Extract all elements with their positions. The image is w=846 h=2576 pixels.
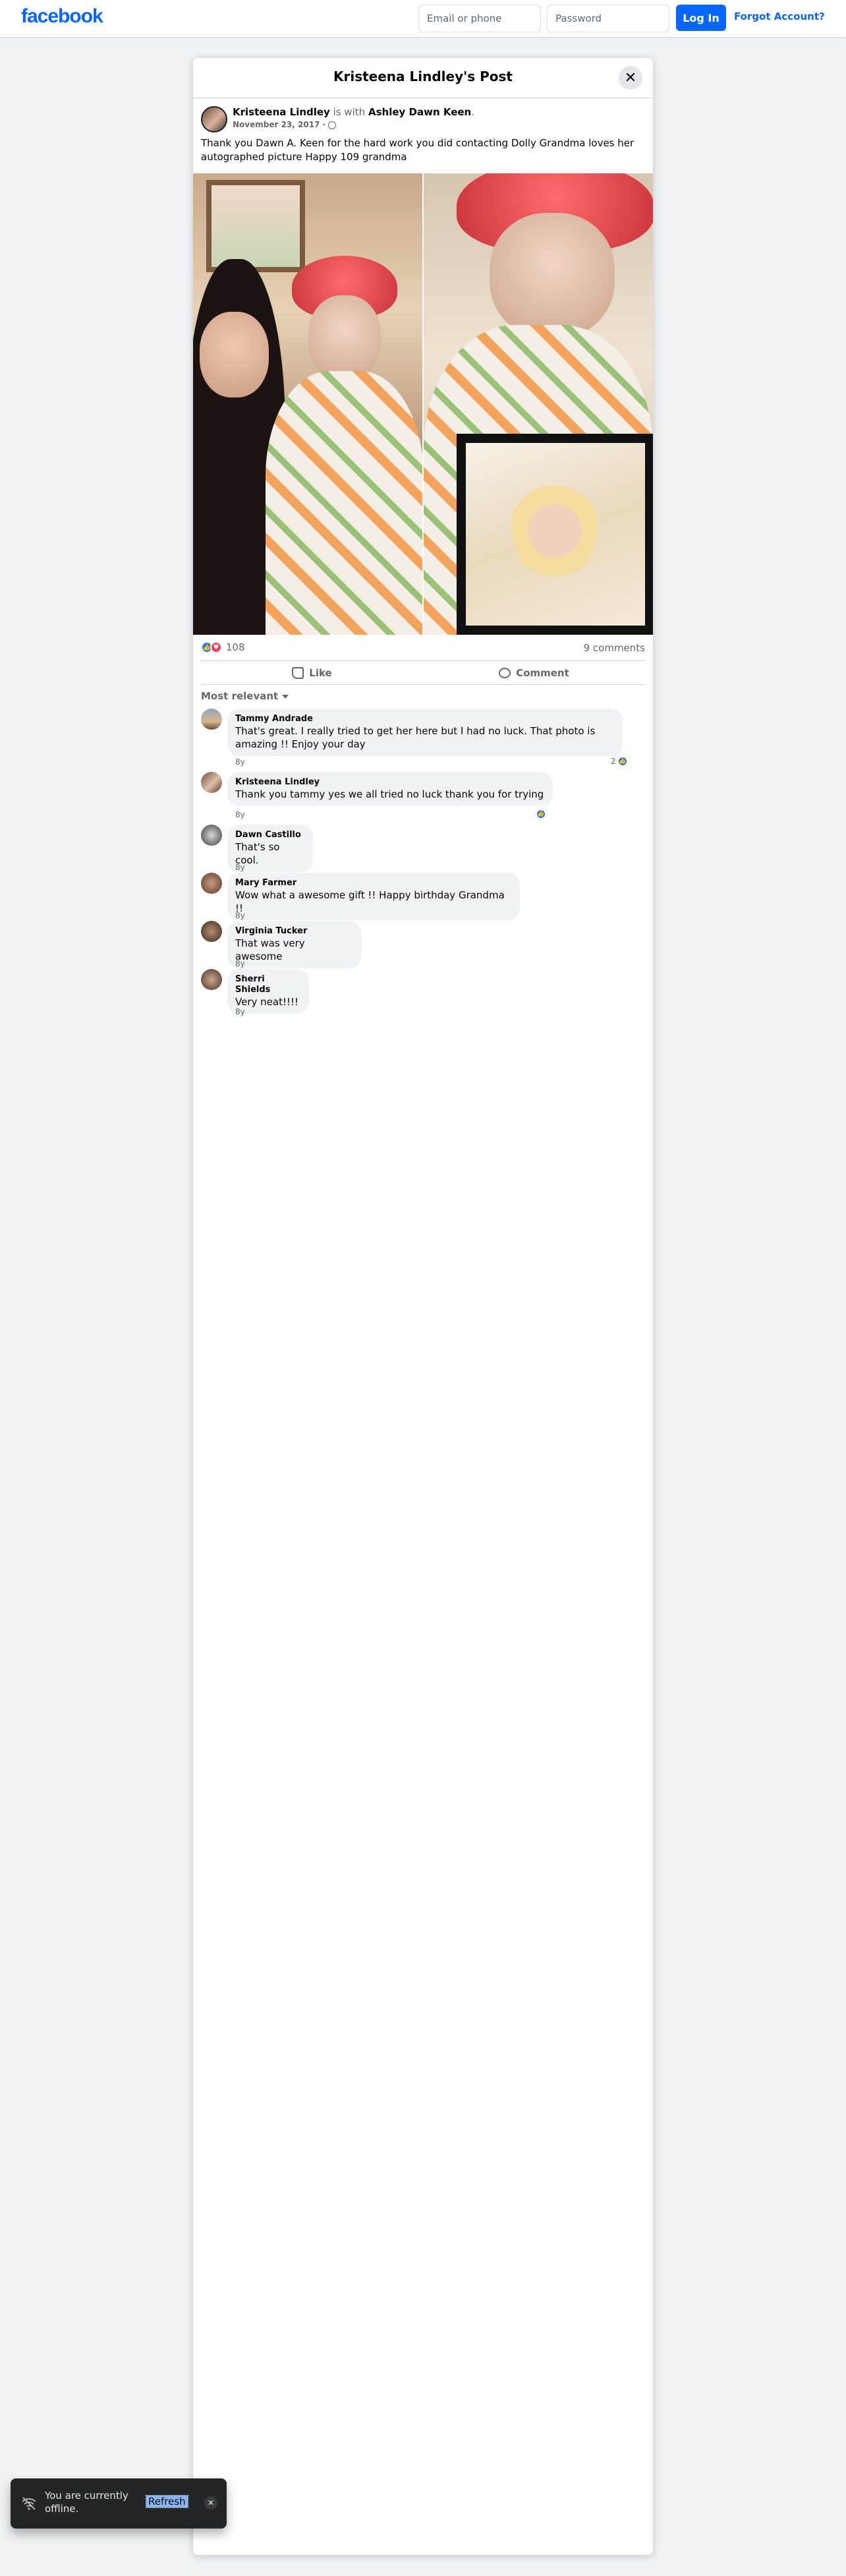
post-photos <box>193 173 653 635</box>
top-navigation-bar: facebook Log In Forgot Account? <box>0 0 846 37</box>
commenter-name[interactable]: Kristeena Lindley <box>235 777 545 788</box>
like-reaction-icon: 👍 <box>536 809 546 819</box>
post-author-header: Kristeena Lindley is with Ashley Dawn Ke… <box>193 98 653 136</box>
grandma-face <box>490 213 615 338</box>
grandma-face <box>308 295 381 381</box>
love-reaction-icon: ♥ <box>210 641 222 653</box>
floral-blouse <box>266 371 422 635</box>
commenter-avatar[interactable] <box>201 825 222 846</box>
comment-text: Very neat!!!! <box>235 996 298 1008</box>
commenter-avatar[interactable] <box>201 772 222 793</box>
like-button[interactable]: Like <box>201 661 423 684</box>
comment-age[interactable]: 8y <box>235 810 245 819</box>
author-line: Kristeena Lindley is with Ashley Dawn Ke… <box>233 106 475 118</box>
commenter-avatar[interactable] <box>201 921 222 942</box>
post-stats: 👍 ♥ 108 9 comments <box>201 635 645 661</box>
commenter-avatar[interactable] <box>201 969 222 990</box>
autographed-portrait <box>512 469 598 581</box>
author-avatar[interactable] <box>201 106 227 132</box>
refresh-link[interactable]: Refresh <box>146 2495 188 2508</box>
reactions-summary[interactable]: 👍 ♥ 108 <box>201 641 245 653</box>
like-reaction-icon: 👍 <box>617 756 628 767</box>
wifi-off-icon <box>22 2497 36 2510</box>
author-name[interactable]: Kristeena Lindley <box>233 106 330 118</box>
offline-message: You are currently offline. <box>45 2490 128 2515</box>
close-icon: ✕ <box>207 2498 215 2507</box>
commenter-avatar[interactable] <box>201 709 222 730</box>
comment-sort-dropdown[interactable]: Most relevant <box>193 685 653 709</box>
commenter-name[interactable]: Tammy Andrade <box>235 714 615 724</box>
comment-age[interactable]: 8y <box>235 911 245 920</box>
comment-bubble: Mary Farmer Wow what a awesome gift !! H… <box>227 873 520 920</box>
thumbs-up-icon <box>292 666 304 679</box>
comment-like-count[interactable]: 👍 <box>536 809 546 819</box>
email-field[interactable] <box>418 5 541 32</box>
autographed-photo-frame <box>457 434 653 635</box>
comment-text: That's so cool. <box>235 841 280 866</box>
post-dialog-header: Kristeena Lindley's Post ✕ <box>193 58 653 98</box>
comment-bubble: Virginia Tucker That was very awesome <box>227 921 362 968</box>
post-dialog: Kristeena Lindley's Post ✕ Kristeena Lin… <box>193 58 653 2555</box>
comment-text: Thank you tammy yes we all tried no luck… <box>235 788 544 800</box>
commenter-name[interactable]: Virginia Tucker <box>235 926 354 937</box>
comment-text: That was very awesome <box>235 937 305 962</box>
post-dialog-title: Kristeena Lindley's Post <box>333 69 513 84</box>
toast-close-button[interactable]: ✕ <box>204 2496 217 2509</box>
password-field[interactable] <box>547 5 669 32</box>
post-photo-right[interactable] <box>424 173 653 635</box>
with-text: is with <box>333 106 366 118</box>
forgot-account-link[interactable]: Forgot Account? <box>734 11 825 22</box>
commenter-name[interactable]: Sherri Shields <box>235 974 301 995</box>
woman-face <box>200 312 269 397</box>
login-button[interactable]: Log In <box>676 5 726 31</box>
comment-age[interactable]: 8y <box>235 863 245 872</box>
chevron-down-icon <box>282 694 289 699</box>
offline-toast: You are currently offline. Refresh ✕ <box>11 2478 227 2529</box>
commenter-name[interactable]: Dawn Castillo <box>235 830 305 840</box>
comment-text: That's great. I really tried to get her … <box>235 725 596 750</box>
post-photo-left[interactable] <box>193 173 422 635</box>
facebook-logo[interactable]: facebook <box>21 5 103 28</box>
comment-age[interactable]: 8y <box>235 757 245 767</box>
reaction-count: 108 <box>226 641 245 653</box>
post-date[interactable]: November 23, 2017 · <box>233 120 337 129</box>
tagged-name[interactable]: Ashley Dawn Keen <box>368 106 471 118</box>
comment-bubble: Tammy Andrade That's great. I really tri… <box>227 709 623 756</box>
post-text: Thank you Dawn A. Keen for the hard work… <box>201 137 634 163</box>
commenter-avatar[interactable] <box>201 873 222 894</box>
comment-count[interactable]: 9 comments <box>584 642 645 654</box>
comment-button[interactable]: Comment <box>423 661 645 684</box>
comment-like-count[interactable]: 2 👍 <box>611 756 628 767</box>
comment-age[interactable]: 8y <box>235 1007 245 1016</box>
comment-age[interactable]: 8y <box>235 959 245 968</box>
commenter-name[interactable]: Mary Farmer <box>235 878 512 889</box>
comment-bubble: Kristeena Lindley Thank you tammy yes we… <box>227 772 553 806</box>
close-icon: ✕ <box>624 69 637 86</box>
close-button[interactable]: ✕ <box>619 66 642 90</box>
comment-bubble-icon <box>499 667 511 678</box>
wall-painting <box>206 180 305 272</box>
globe-icon <box>328 121 337 129</box>
post-actions: Like Comment <box>201 661 645 685</box>
comment-text: Wow what a awesome gift !! Happy birthda… <box>235 889 505 914</box>
